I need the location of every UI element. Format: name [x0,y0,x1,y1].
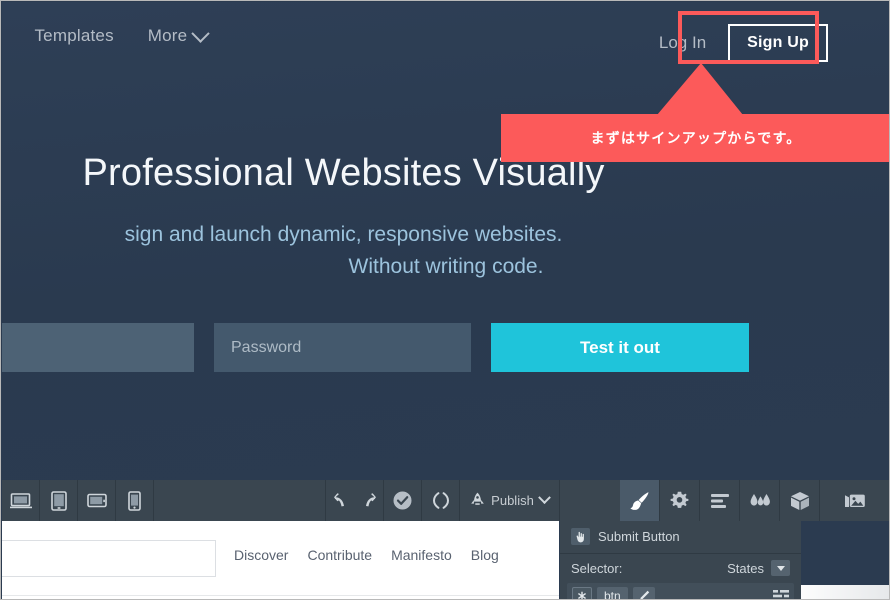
style-properties-panel: Submit Button Selector: States btn [560,521,801,599]
all-elements-button[interactable] [572,586,592,599]
class-selector-row: btn [567,583,794,599]
mobile-icon [128,490,141,511]
secondary-page-area: Discover Contribute Manifesto Blog [2,521,559,599]
test-it-out-button[interactable]: Test it out [491,323,749,372]
edit-class-button[interactable] [632,586,655,599]
tablet-portrait-icon [50,490,67,511]
panel-tabs [620,480,889,521]
caret-down-icon [776,565,785,571]
footer-link-contribute[interactable]: Contribute [307,547,372,563]
selector-row: Selector: States [560,554,801,581]
code-view-button[interactable] [422,480,460,521]
class-chip-btn[interactable]: btn [597,586,628,599]
states-dropdown-button[interactable] [771,560,790,576]
tab-typography[interactable] [700,480,740,521]
chevron-down-icon [191,23,211,43]
footer-link-discover[interactable]: Discover [234,547,288,563]
box-icon [790,491,809,510]
app-window: w Templates More Log In Sign Up Professi… [0,0,890,600]
redo-icon [365,493,376,507]
signup-highlight-box [678,11,819,64]
tab-components[interactable] [780,480,820,521]
tablet-landscape-icon [86,493,107,508]
device-desktop-button[interactable] [2,480,40,521]
device-tablet-button[interactable] [40,480,78,521]
preview-check-button[interactable] [384,480,422,521]
nav-more[interactable]: More [147,23,211,46]
tooltip-pointer-arrow [657,63,743,115]
publish-label: Publish [491,493,534,508]
asterisk-icon [578,591,586,599]
footer-nav: Discover Contribute Manifesto Blog [234,547,499,563]
chevron-down-icon [537,491,551,505]
email-field[interactable] [2,323,194,372]
desktop-icon [9,492,32,508]
device-mobile-button[interactable] [116,480,154,521]
tab-style[interactable] [620,480,660,521]
panel-element-header: Submit Button [560,521,801,554]
hero-sub-line2: Without writing code. [348,255,544,278]
undo-redo-group[interactable] [326,480,384,521]
footer-link-manifesto[interactable]: Manifesto [391,547,452,563]
tab-effects[interactable] [740,480,780,521]
nav-templates[interactable]: Templates [34,26,113,46]
annotation-tooltip: まずはサインアップからです。 [501,114,889,162]
signup-form: Test it out [2,323,889,372]
media-icon [845,494,865,507]
settings-gear-icon [670,491,689,508]
hero-subheadline: sign and launch dynamic, responsive webs… [2,195,889,283]
hero-sub-line1: sign and launch dynamic, responsive webs… [124,223,563,246]
website-preview-canvas: w Templates More Log In Sign Up Professi… [2,2,889,480]
hero-section: Professional Websites Visually sign and … [2,152,889,283]
pointer-hand-icon [571,528,590,545]
primary-nav: w Templates More [2,23,211,46]
toolbar-filler [560,480,620,521]
footer-divider [2,595,559,596]
text-align-icon [710,493,729,508]
rocket-icon [471,492,484,505]
annotation-tooltip-text: まずはサインアップからです。 [590,130,802,146]
lower-right-edge [791,585,889,599]
check-circle-icon [393,491,412,510]
style-brush-icon [629,491,648,510]
footer-link-blog[interactable]: Blog [471,547,499,563]
publish-button[interactable]: Publish [460,480,560,521]
device-tablet-landscape-button[interactable] [78,480,116,521]
tab-settings[interactable] [660,480,700,521]
code-brackets-icon [432,492,449,509]
states-label[interactable]: States [727,561,764,576]
style-manager-icon[interactable] [773,589,789,599]
nav-more-label: More [147,26,188,45]
undo-icon [333,493,344,507]
pencil-icon [640,590,649,599]
lower-input-box[interactable] [2,540,216,577]
droplets-icon [750,493,770,505]
password-field[interactable] [214,323,471,372]
toolbar-gap [154,480,326,521]
selector-label: Selector: [571,560,623,576]
tab-media[interactable] [820,480,889,521]
editor-toolbar: Publish [2,480,889,521]
panel-element-name: Submit Button [598,529,680,544]
